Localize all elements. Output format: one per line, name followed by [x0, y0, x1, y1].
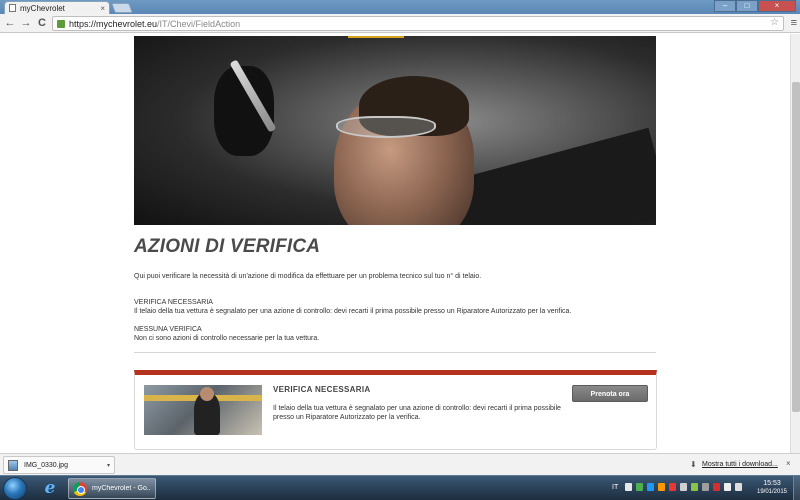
tray-arrow-icon[interactable]: [625, 483, 632, 491]
download-filename: IMG_0330.jpg: [24, 461, 68, 469]
download-item[interactable]: IMG_0330.jpg ▾: [3, 456, 115, 474]
download-menu-caret-icon[interactable]: ▾: [107, 462, 110, 469]
result-thumbnail: [144, 385, 262, 435]
url-path: /IT/Chevi/FieldAction: [157, 18, 241, 29]
reload-icon[interactable]: C: [36, 17, 48, 29]
download-bar: IMG_0330.jpg ▾ ⬇ Mostra tutti i download…: [0, 453, 800, 475]
new-tab-button[interactable]: [111, 3, 133, 13]
minimize-button[interactable]: –: [714, 0, 736, 12]
scroll-thumb[interactable]: [792, 82, 800, 412]
tray-app-icon-4[interactable]: [691, 483, 698, 491]
page-title: AZIONI DI VERIFICA: [134, 236, 321, 257]
clock-date[interactable]: 19/01/2015: [752, 489, 792, 495]
maximize-button[interactable]: □: [736, 0, 758, 12]
show-all-downloads-link[interactable]: Mostra tutti i download...: [702, 461, 778, 468]
windows-taskbar: e myChevrolet - Go... IT 15:53 19/01/201…: [0, 475, 800, 500]
lock-icon: [57, 19, 65, 28]
safety-glasses-shape: [336, 116, 436, 138]
volume-icon[interactable]: [735, 483, 742, 491]
legend-title-none: NESSUNA VERIFICA: [134, 326, 202, 333]
hero-image: [134, 36, 656, 225]
chrome-menu-icon[interactable]: ≡: [791, 17, 797, 29]
head-shape: [200, 387, 214, 401]
page-icon: [9, 4, 16, 12]
tray-signal-icon[interactable]: [724, 483, 731, 491]
hero-accent-bar: [348, 36, 404, 38]
tray-network-icon[interactable]: [647, 483, 654, 491]
window-title-bar: myChevrolet × – □ ×: [0, 0, 800, 14]
divider: [134, 352, 656, 353]
tray-app-icon-2[interactable]: [658, 483, 665, 491]
url-host: https://mychevrolet.eu: [69, 18, 158, 29]
tray-app-icon-6[interactable]: [713, 483, 720, 491]
download-arrow-icon: ⬇: [690, 460, 697, 469]
tray-app-icon-5[interactable]: [702, 483, 709, 491]
legend-text-none: Non ci sono azioni di controllo necessar…: [134, 335, 320, 342]
download-bar-close-icon[interactable]: ×: [786, 459, 791, 468]
result-card: VERIFICA NECESSARIA Il telaio della tua …: [134, 370, 657, 450]
intro-text: Qui puoi verificare la necessità di un'a…: [134, 273, 482, 280]
back-arrow-icon[interactable]: ←: [4, 17, 16, 29]
window-controls: – □ ×: [714, 0, 796, 12]
close-window-button[interactable]: ×: [758, 0, 796, 12]
address-bar[interactable]: https://mychevrolet.eu /IT/Chevi/FieldAc…: [52, 16, 784, 31]
tray-app-icon-3[interactable]: [680, 483, 687, 491]
clock-time[interactable]: 15:53: [752, 480, 792, 487]
vertical-scrollbar[interactable]: [790, 34, 800, 453]
page-viewport: AZIONI DI VERIFICA Qui puoi verificare l…: [0, 34, 790, 453]
chrome-icon: [73, 481, 87, 496]
forward-arrow-icon[interactable]: →: [20, 17, 32, 29]
browser-tab[interactable]: myChevrolet ×: [4, 1, 110, 14]
tray-flag-icon[interactable]: [669, 483, 676, 491]
language-indicator[interactable]: IT: [612, 484, 618, 491]
show-desktop-button[interactable]: [793, 476, 800, 500]
system-tray: [625, 483, 742, 491]
bookmark-star-icon[interactable]: ☆: [770, 17, 779, 28]
tray-app-icon[interactable]: [636, 483, 643, 491]
legend-text-required: Il telaio della tua vettura è segnalato …: [134, 308, 572, 315]
taskbar-chrome-label: myChevrolet - Go...: [92, 485, 151, 492]
start-button[interactable]: [3, 477, 27, 500]
result-text: Il telaio della tua vettura è segnalato …: [273, 405, 561, 421]
tab-title: myChevrolet: [20, 3, 65, 13]
tab-close-icon[interactable]: ×: [100, 4, 105, 13]
legend-title-required: VERIFICA NECESSARIA: [134, 299, 213, 306]
internet-explorer-icon[interactable]: e: [40, 479, 60, 498]
browser-toolbar: ← → C https://mychevrolet.eu /IT/Chevi/F…: [0, 14, 800, 33]
taskbar-chrome-item[interactable]: myChevrolet - Go...: [68, 478, 156, 499]
image-file-icon: [8, 459, 18, 471]
book-now-button[interactable]: Prenota ora: [572, 385, 648, 402]
result-title: VERIFICA NECESSARIA: [273, 385, 371, 394]
